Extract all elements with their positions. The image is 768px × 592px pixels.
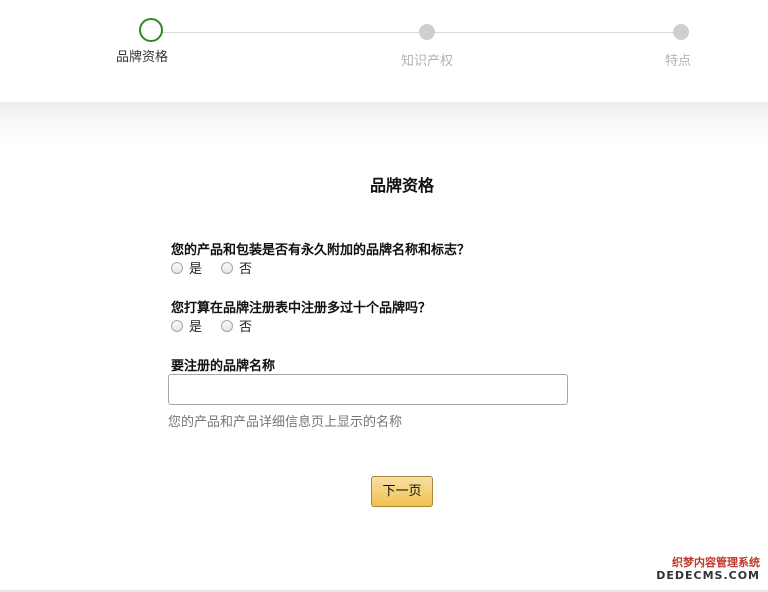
watermark-text-en: DEDECMS.COM: [656, 569, 760, 582]
brand-name-label: 要注册的品牌名称: [171, 359, 276, 374]
radio-label: 是: [189, 320, 203, 335]
question-permanent-brand: 您的产品和包装是否有永久附加的品牌名称和标志？: [171, 243, 471, 258]
watermark-logo: 织梦内容管理系统 DEDECMS.COM: [656, 556, 760, 582]
radio-button[interactable]: [221, 261, 234, 274]
radio-button[interactable]: [171, 319, 183, 332]
radio-option-no[interactable]: 否: [221, 258, 252, 277]
step-pending-dot-icon: [419, 24, 435, 40]
radio-button[interactable]: [221, 319, 234, 332]
radio-label: 否: [239, 320, 253, 335]
step-pending-dot-icon: [673, 24, 689, 40]
brand-name-input[interactable]: [168, 374, 568, 405]
progress-stepper: 品牌资格 知识产权 特点: [0, 0, 768, 102]
radio-label: 是: [189, 262, 203, 277]
step-label: 品牌资格: [115, 50, 168, 65]
step-intellectual-property: 知识产权: [367, 18, 487, 69]
form-title: 品牌资格: [369, 176, 434, 195]
step-label: 知识产权: [400, 54, 453, 69]
radio-label: 否: [239, 262, 253, 277]
step-label: 特点: [664, 54, 691, 69]
step-features: 特点: [621, 18, 741, 69]
watermark-text-cn: 织梦内容管理系统: [672, 556, 760, 569]
radio-option-no[interactable]: 否: [221, 316, 252, 335]
brand-name-hint: 您的产品和产品详细信息页上显示的名称: [168, 415, 403, 430]
question-more-than-ten-brands: 您打算在品牌注册表中注册多过十个品牌吗？: [171, 301, 432, 316]
header-shadow: [0, 102, 768, 142]
brand-registry-page: 品牌资格 知识产权 特点 品牌资格 您的产品和包装是否有永久附加的品牌名称和标志…: [0, 0, 768, 592]
radio-option-yes[interactable]: 是: [171, 316, 202, 335]
radio-button[interactable]: [171, 261, 183, 274]
step-current-circle-icon: [139, 18, 163, 42]
radio-option-yes[interactable]: 是: [171, 258, 202, 277]
step-brand-eligibility: 品牌资格: [91, 18, 211, 65]
next-page-button[interactable]: 下一页: [371, 476, 433, 507]
question-1-options: 是 否: [171, 258, 271, 277]
question-2-options: 是 否: [171, 316, 271, 335]
